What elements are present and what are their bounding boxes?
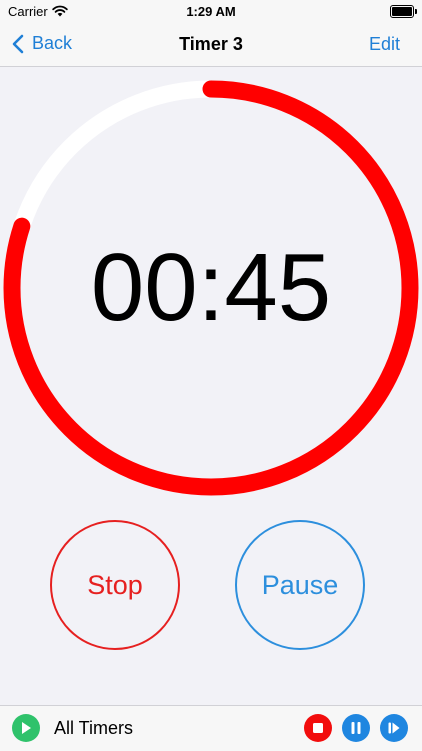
skip-next-icon[interactable] [380, 714, 408, 742]
all-timers-label[interactable]: All Timers [54, 718, 133, 739]
timer-display: 00:45 [90, 234, 332, 341]
pause-button[interactable]: Pause [235, 520, 365, 650]
stop-icon[interactable] [304, 714, 332, 742]
pause-icon[interactable] [342, 714, 370, 742]
navigation-bar: Back Timer 3 Edit [0, 24, 422, 67]
edit-button[interactable]: Edit [369, 34, 400, 55]
status-bar: Carrier 1:29 AM [0, 0, 422, 24]
status-time: 1:29 AM [186, 4, 236, 19]
page-title: Timer 3 [179, 34, 243, 54]
bottom-toolbar: All Timers [0, 705, 422, 751]
stop-button[interactable]: Stop [50, 520, 180, 650]
play-icon[interactable] [12, 714, 40, 742]
battery-icon [390, 5, 417, 18]
